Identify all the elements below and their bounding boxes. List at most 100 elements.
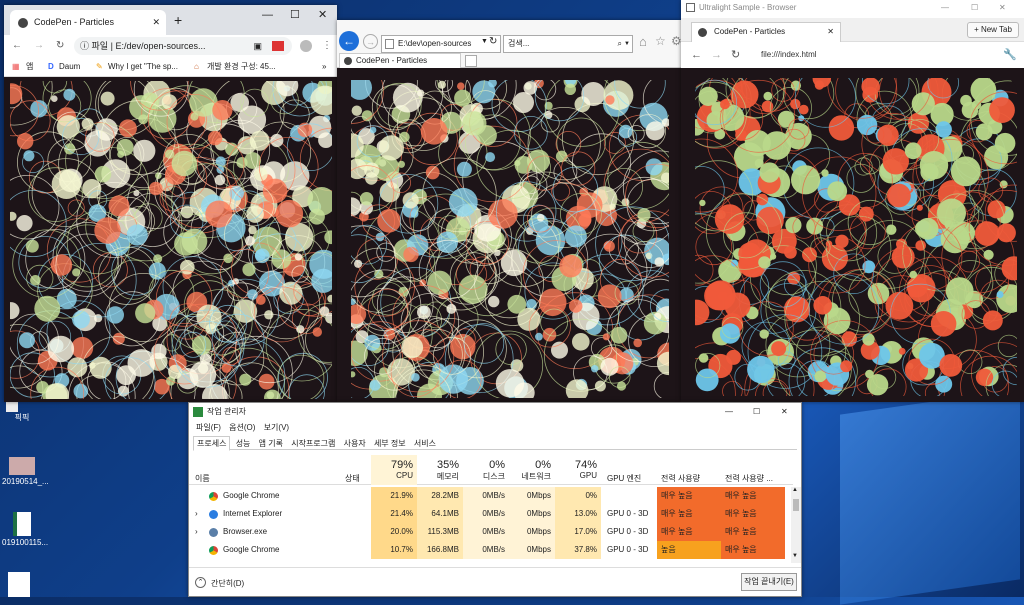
back-icon[interactable]: ← xyxy=(12,35,22,57)
apps-icon[interactable]: ▦ xyxy=(12,57,20,76)
particle xyxy=(645,158,663,176)
particle xyxy=(427,270,452,295)
tab-app-history[interactable]: 앱 기록 xyxy=(256,437,286,450)
omnibox[interactable]: ⓘ 파일 | E:/dev/open-sources... ▣ ☆ xyxy=(74,37,292,55)
column-power-trend[interactable]: 전력 사용량 ... xyxy=(725,473,773,484)
forward-icon[interactable]: → xyxy=(34,35,44,57)
bookmark-devenv[interactable]: 개발 환경 구성: 45... xyxy=(207,57,276,76)
desktop-icon-file3[interactable] xyxy=(8,572,30,597)
bookmark-why[interactable]: Why I get "The sp... xyxy=(108,57,178,76)
scroll-down-icon[interactable]: ▼ xyxy=(792,553,798,559)
particle xyxy=(719,323,741,344)
ultralight-tab[interactable]: CodePen - Particles ✕ xyxy=(691,22,841,42)
expand-chevron-icon[interactable]: › xyxy=(195,509,198,518)
particles-svg xyxy=(695,78,1017,396)
table-row[interactable]: Google Chrome 21.9% 28.2MB 0MB/s 0Mbps 0% 매우 높… xyxy=(189,487,789,505)
end-task-button[interactable]: 작업 끝내기(E) xyxy=(741,573,797,591)
favorites-star-icon[interactable]: ☆ xyxy=(655,34,666,48)
particle xyxy=(446,303,457,314)
particle xyxy=(994,132,1016,154)
extension-icon[interactable] xyxy=(272,41,284,51)
column-memory[interactable]: 35% 메모리 xyxy=(417,455,463,485)
wrench-icon[interactable]: 🔧 xyxy=(1003,42,1017,68)
column-status[interactable]: 상태 xyxy=(345,473,360,484)
tab-services[interactable]: 서비스 xyxy=(411,437,439,450)
particle xyxy=(10,211,17,221)
tab-processes[interactable]: 프로세스 xyxy=(193,436,231,451)
scroll-thumb[interactable] xyxy=(793,499,799,511)
close-window-icon[interactable]: ✕ xyxy=(999,0,1006,16)
ultralight-address-bar[interactable]: file:///index.html xyxy=(753,46,993,64)
particle xyxy=(763,91,773,101)
home-icon: ⌂ xyxy=(194,62,199,71)
dropdown-icon[interactable]: ▼ xyxy=(624,36,630,52)
particle xyxy=(296,325,305,334)
chrome-tab[interactable]: CodePen - Particles ✕ xyxy=(10,10,166,35)
particle xyxy=(420,118,448,145)
particle xyxy=(262,178,288,204)
info-icon[interactable]: ⓘ xyxy=(80,41,89,51)
translate-icon[interactable]: ▣ xyxy=(253,37,262,55)
close-window-icon[interactable]: ✕ xyxy=(318,8,327,21)
menu-dots-icon[interactable]: ⋮ xyxy=(322,35,332,57)
forward-icon[interactable]: → xyxy=(711,42,722,68)
vertical-scrollbar[interactable]: ▲ ▼ xyxy=(791,487,801,563)
column-power[interactable]: 전력 사용량 xyxy=(661,473,700,484)
expand-chevron-icon[interactable]: › xyxy=(195,527,198,536)
close-icon[interactable]: ✕ xyxy=(152,10,160,35)
column-gpu[interactable]: 74% GPU xyxy=(555,455,601,485)
cpu-label: CPU xyxy=(396,471,413,480)
particle xyxy=(264,310,274,320)
collapse-icon[interactable]: ⌃ xyxy=(195,577,206,588)
maximize-icon[interactable]: ☐ xyxy=(971,0,978,16)
reload-icon[interactable]: ↻ xyxy=(56,35,64,57)
column-name[interactable]: 이름 xyxy=(195,473,210,484)
new-tab-button[interactable]: + New Tab xyxy=(967,22,1019,38)
tab-details[interactable]: 세부 정보 xyxy=(371,437,409,450)
menu-file[interactable]: 파일(F) xyxy=(193,421,224,435)
bookmark-daum[interactable]: Daum xyxy=(59,57,80,76)
particle xyxy=(401,336,424,359)
particle xyxy=(126,224,148,246)
table-row[interactable]: › Browser.exe 20.0% 115.3MB 0MB/s 0Mbps 17.0% G… xyxy=(189,523,789,541)
back-icon[interactable]: ← xyxy=(691,42,702,68)
tab-users[interactable]: 사용자 xyxy=(341,437,369,450)
reload-icon[interactable]: ↻ xyxy=(731,42,740,68)
minimize-icon[interactable]: — xyxy=(941,0,949,16)
more-bookmarks-button[interactable]: » xyxy=(322,57,326,76)
minimize-icon[interactable]: — xyxy=(725,403,733,421)
bookmark-apps[interactable]: 앱 xyxy=(26,57,33,76)
ie-search-box[interactable]: 검색... ⌕ ▼ xyxy=(503,35,633,53)
close-window-icon[interactable]: ✕ xyxy=(781,403,788,421)
column-gpu-engine[interactable]: GPU 엔진 xyxy=(607,473,641,484)
table-row[interactable]: › Internet Explorer 21.4% 64.1MB 0MB/s 0Mbps 1… xyxy=(189,505,789,523)
tab-performance[interactable]: 성능 xyxy=(233,437,254,450)
profile-icon[interactable] xyxy=(300,40,312,52)
column-disk[interactable]: 0% 디스크 xyxy=(463,455,509,485)
back-icon[interactable]: ← xyxy=(339,31,359,51)
desktop-icon-file2[interactable]: 019100115... xyxy=(2,510,48,555)
forward-icon[interactable]: → xyxy=(363,34,378,49)
scroll-up-icon[interactable]: ▲ xyxy=(792,487,798,493)
minimize-icon[interactable]: — xyxy=(262,9,273,21)
particle xyxy=(568,299,583,313)
desktop-icon-file1[interactable]: 20190514_... xyxy=(2,455,49,495)
fewer-details-link[interactable]: 간단히(D) xyxy=(211,578,244,589)
maximize-icon[interactable]: ☐ xyxy=(290,8,300,21)
column-network[interactable]: 0% 네트워크 xyxy=(509,455,555,485)
new-tab-icon[interactable]: + xyxy=(174,12,182,28)
desktop-icon-pikpik[interactable]: 픽픽 xyxy=(2,402,42,426)
home-icon[interactable]: ⌂ xyxy=(639,34,647,49)
dropdown-icon[interactable]: ▼ xyxy=(481,38,488,45)
close-icon[interactable]: ✕ xyxy=(827,23,834,41)
tab-startup[interactable]: 시작프로그램 xyxy=(288,437,338,450)
menu-view[interactable]: 보기(V) xyxy=(261,421,292,435)
refresh-icon[interactable]: ↻ xyxy=(489,36,497,47)
table-row[interactable]: Google Chrome 10.7% 166.8MB 0MB/s 0Mbps 37.8%… xyxy=(189,541,789,559)
maximize-icon[interactable]: ☐ xyxy=(753,403,760,421)
ie-tab[interactable]: CodePen - Particles xyxy=(339,53,461,68)
search-icon[interactable]: ⌕ xyxy=(618,36,622,52)
column-cpu[interactable]: 79% CPU xyxy=(371,455,417,485)
menu-options[interactable]: 옵션(O) xyxy=(226,421,258,435)
new-tab-icon[interactable] xyxy=(465,55,477,67)
